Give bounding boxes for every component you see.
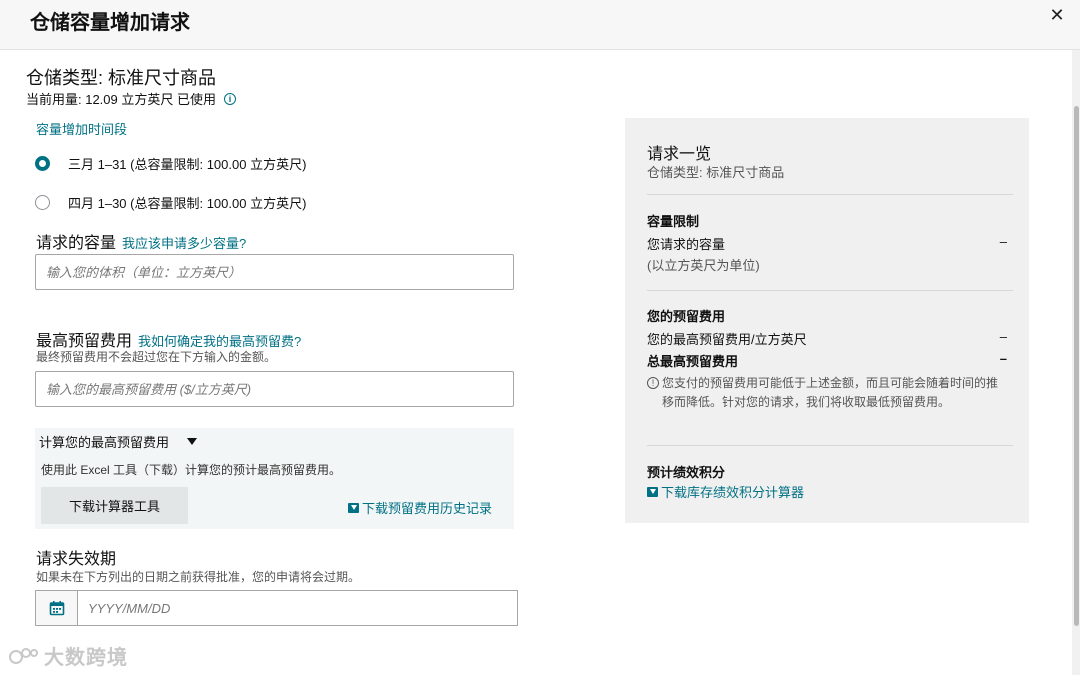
requested-capacity-row-value: – — [999, 234, 1007, 249]
modal-header: 仓储容量增加请求 ✕ — [0, 0, 1080, 50]
divider — [647, 445, 1013, 446]
requested-capacity-label: 请求的容量 — [36, 235, 117, 252]
calculator-description: 使用此 Excel 工具（下载）计算您的预计最高预留费用。 — [41, 463, 342, 477]
capacity-input[interactable] — [35, 254, 514, 290]
reserve-fee-input[interactable] — [35, 371, 514, 407]
requested-capacity-title: 请求的容量 我应该申请多少容量? — [36, 229, 246, 253]
scrollbar-thumb[interactable] — [1074, 106, 1079, 626]
fee-history-link[interactable]: 下载预留费用历史记录 — [347, 498, 492, 517]
summary-subtitle: 仓储类型: 标准尺寸商品 — [647, 165, 785, 180]
period-option-march[interactable]: 三月 1–31 (总容量限制: 100.00 立方英尺) — [35, 154, 306, 173]
requested-capacity-row: 您请求的容量 – — [647, 234, 1007, 253]
summary-title: 请求一览 — [647, 146, 712, 163]
download-icon — [347, 502, 359, 513]
expiry-date-input[interactable] — [77, 590, 518, 626]
download-icon — [647, 486, 658, 497]
fee-note-text: 您支付的预留费用可能低于上述金额，而且可能会随着时间的推移而降低。针对您的请求，… — [662, 376, 999, 409]
reserve-fee-heading: 您的预留费用 — [647, 309, 726, 324]
calculator-panel: 计算您的最高预留费用 使用此 Excel 工具（下载）计算您的预计最高预留费用。… — [35, 428, 514, 529]
unit-note: (以立方英尺为单位) — [647, 255, 1007, 274]
unit-note-text: (以立方英尺为单位) — [647, 258, 760, 273]
radio-button-checked[interactable] — [35, 156, 50, 171]
period-label: 容量增加时间段 — [36, 122, 128, 137]
warning-icon: ! — [647, 377, 659, 389]
expiry-date-field — [35, 590, 518, 626]
storage-type-heading: 仓储类型: 标准尺寸商品 — [26, 68, 217, 88]
reserve-fee-help-link[interactable]: 我如何确定我的最高预留费? — [138, 334, 301, 349]
total-fee-label: 总最高预留费用 — [647, 354, 739, 369]
modal-title: 仓储容量增加请求 — [30, 12, 190, 34]
expiry-hint: 如果未在下方列出的日期之前获得批准，您的申请将会过期。 — [36, 570, 361, 584]
fee-history-label: 下载预留费用历史记录 — [361, 501, 492, 516]
triangle-down-icon — [187, 438, 198, 445]
period-option-label: 三月 1–31 (总容量限制: 100.00 立方英尺) — [68, 157, 307, 172]
request-summary-panel: 请求一览 仓储类型: 标准尺寸商品 容量限制 您请求的容量 – (以立方英尺为单… — [625, 118, 1029, 523]
watermark-logo — [9, 647, 38, 664]
reserve-fee-hint: 最终预留费用不会超过您在下方输入的金额。 — [36, 350, 277, 364]
total-fee-value: – — [999, 351, 1007, 366]
capacity-limit-heading: 容量限制 — [647, 214, 700, 229]
scrollbar[interactable] — [1072, 50, 1080, 675]
current-usage: 当前用量: 12.09 立方英尺 已使用 i — [26, 89, 236, 108]
period-option-label: 四月 1–30 (总容量限制: 100.00 立方英尺) — [68, 196, 307, 211]
info-icon[interactable]: i — [223, 92, 236, 105]
fee-per-cubic-foot-row: 您的最高预留费用/立方英尺 – — [647, 329, 1007, 348]
requested-capacity-row-label: 您请求的容量 — [647, 237, 726, 252]
credits-calculator-link[interactable]: 下载库存绩效积分计算器 — [647, 482, 804, 501]
download-calculator-button[interactable]: 下载计算器工具 — [41, 487, 188, 524]
expiry-title: 请求失效期 — [36, 551, 117, 568]
current-usage-text: 当前用量: 12.09 立方英尺 已使用 — [26, 92, 216, 107]
calendar-icon[interactable] — [35, 590, 77, 626]
fee-per-cubic-foot-label: 您的最高预留费用/立方英尺 — [647, 332, 807, 347]
calculator-toggle[interactable]: 计算您的最高预留费用 — [39, 432, 198, 451]
period-option-april[interactable]: 四月 1–30 (总容量限制: 100.00 立方英尺) — [35, 193, 306, 212]
capacity-help-link[interactable]: 我应该申请多少容量? — [122, 236, 246, 251]
close-icon[interactable]: ✕ — [1046, 4, 1068, 26]
performance-credits-heading: 预计绩效积分 — [647, 465, 726, 480]
radio-button[interactable] — [35, 195, 50, 210]
credits-calculator-label: 下载库存绩效积分计算器 — [661, 485, 805, 500]
watermark: 大数跨境 — [8, 641, 128, 670]
divider — [647, 290, 1013, 291]
calculator-title: 计算您的最高预留费用 — [39, 435, 170, 450]
fee-per-cubic-foot-value: – — [999, 329, 1007, 344]
divider — [647, 194, 1013, 195]
watermark-text: 大数跨境 — [44, 647, 128, 669]
fee-note: ! 您支付的预留费用可能低于上述金额，而且可能会随着时间的推移而降低。针对您的请… — [647, 374, 1007, 412]
total-fee-row: 总最高预留费用 – — [647, 351, 1007, 370]
